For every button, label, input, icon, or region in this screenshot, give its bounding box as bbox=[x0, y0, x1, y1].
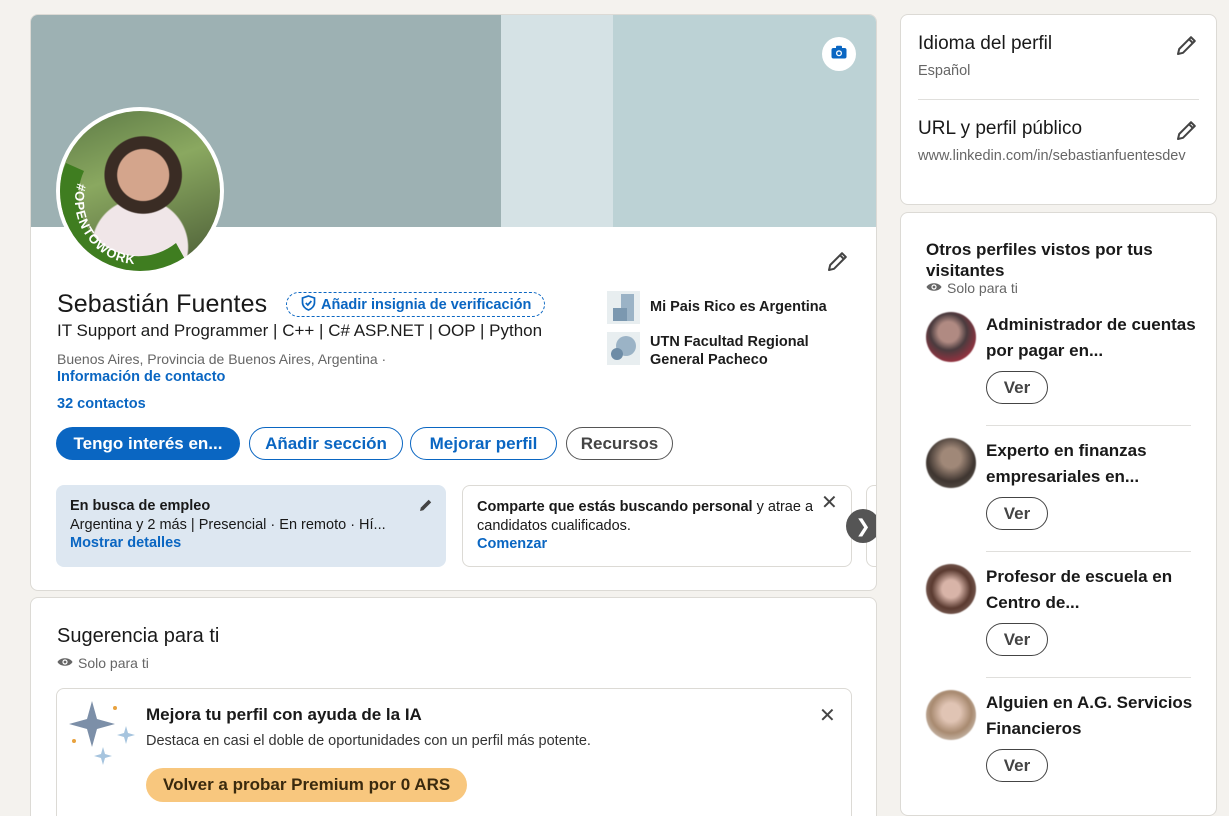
divider bbox=[986, 677, 1191, 678]
divider bbox=[986, 551, 1191, 552]
org-item[interactable]: UTN Facultad Regional General Pacheco bbox=[607, 332, 840, 369]
suggestion-title: Sugerencia para ti bbox=[57, 625, 220, 647]
open-to-work-card[interactable]: En busca de empleo Argentina y 2 más | P… bbox=[56, 485, 446, 567]
view-profile-button[interactable]: Ver bbox=[986, 497, 1048, 530]
ai-suggestion-box: Mejora tu perfil con ayuda de la IA Dest… bbox=[56, 688, 852, 816]
avatar bbox=[926, 564, 976, 614]
open-card-title: En busca de empleo bbox=[70, 498, 211, 514]
close-icon[interactable]: ✕ bbox=[821, 493, 838, 512]
private-indicator: Solo para ti bbox=[57, 655, 149, 671]
org-name: UTN Facultad Regional General Pacheco bbox=[650, 334, 809, 368]
other-profiles-title: Otros perfiles vistos por tus visitantes bbox=[926, 240, 1153, 280]
divider bbox=[918, 99, 1199, 100]
open-card-details: Argentina y 2 más | Presencial · En remo… bbox=[70, 516, 386, 533]
view-profile-button[interactable]: Ver bbox=[986, 749, 1048, 782]
interested-button[interactable]: Tengo interés en... bbox=[56, 427, 240, 460]
carousel-next-button[interactable]: ❯ bbox=[846, 509, 876, 543]
pencil-icon[interactable] bbox=[1175, 33, 1199, 62]
hiring-card-bold: Comparte que estás buscando personal bbox=[477, 499, 753, 515]
profile-settings-card: Idioma del perfil Español URL y perfil p… bbox=[900, 14, 1217, 205]
public-url-title: URL y perfil público bbox=[918, 118, 1083, 139]
person-title: Profesor de escuela en Centro de... bbox=[986, 567, 1173, 612]
contact-info-link[interactable]: Información de contacto bbox=[57, 369, 225, 385]
add-verification-badge-button[interactable]: Añadir insignia de verificación bbox=[286, 292, 546, 317]
pencil-icon[interactable] bbox=[418, 497, 434, 519]
profile-headline: IT Support and Programmer | C++ | C# ASP… bbox=[57, 321, 543, 340]
person-title: Alguien en A.G. Servicios Financieros bbox=[986, 693, 1193, 738]
avatar bbox=[926, 438, 976, 488]
open-to-work-text: #OPENTOWORK bbox=[72, 182, 136, 267]
premium-trial-button[interactable]: Volver a probar Premium por 0 ARS bbox=[146, 768, 468, 802]
org-item[interactable]: Mi Pais Rico es Argentina bbox=[607, 291, 827, 324]
private-indicator: Solo para ti bbox=[926, 280, 1018, 296]
profile-card: #OPENTOWORK Sebastián Fuentes Añadir ins… bbox=[30, 14, 877, 591]
eye-icon bbox=[926, 280, 942, 296]
start-link[interactable]: Comenzar bbox=[477, 535, 837, 554]
org-logo bbox=[607, 332, 640, 365]
profile-language-value: Español bbox=[918, 63, 971, 79]
svg-text:#OPENTOWORK: #OPENTOWORK bbox=[72, 182, 137, 267]
improve-profile-button[interactable]: Mejorar perfil bbox=[410, 427, 557, 460]
ai-title: Mejora tu perfil con ayuda de la IA bbox=[146, 705, 422, 724]
chevron-right-icon: ❯ bbox=[855, 515, 871, 536]
connections-link[interactable]: 32 contactos bbox=[57, 396, 146, 412]
show-details-link[interactable]: Mostrar detalles bbox=[70, 534, 432, 553]
hiring-card[interactable]: Comparte que estás buscando personal y a… bbox=[462, 485, 852, 567]
public-url-value: www.linkedin.com/in/sebastianfuentesdev bbox=[918, 148, 1186, 164]
other-profiles-card: Otros perfiles vistos por tus visitantes… bbox=[900, 212, 1217, 816]
view-profile-button[interactable]: Ver bbox=[986, 623, 1048, 656]
profile-location: Buenos Aires, Provincia de Buenos Aires,… bbox=[57, 351, 387, 367]
org-logo bbox=[607, 291, 640, 324]
verify-label: Añadir insignia de verificación bbox=[321, 296, 532, 313]
sparkle-icon bbox=[69, 701, 139, 776]
private-label: Solo para ti bbox=[947, 280, 1018, 296]
add-section-button[interactable]: Añadir sección bbox=[249, 427, 403, 460]
person-title: Administrador de cuentas por pagar en... bbox=[986, 315, 1196, 360]
avatar: #OPENTOWORK bbox=[60, 111, 220, 271]
camera-icon bbox=[831, 45, 847, 64]
suggestion-card: Sugerencia para ti Solo para ti Mejora t… bbox=[30, 597, 877, 816]
org-name: Mi Pais Rico es Argentina bbox=[650, 299, 827, 315]
private-label: Solo para ti bbox=[78, 655, 149, 671]
edit-intro-button[interactable] bbox=[826, 249, 850, 278]
edit-banner-button[interactable] bbox=[822, 37, 856, 71]
eye-icon bbox=[57, 655, 73, 671]
avatar bbox=[926, 690, 976, 740]
profile-photo[interactable]: #OPENTOWORK bbox=[56, 107, 224, 275]
shield-check-icon bbox=[301, 294, 316, 315]
open-to-work-frame: #OPENTOWORK bbox=[60, 163, 186, 271]
avatar bbox=[926, 312, 976, 362]
ai-description: Destaca en casi el doble de oportunidade… bbox=[146, 733, 591, 749]
close-icon[interactable]: ✕ bbox=[819, 703, 836, 728]
profile-name: Sebastián Fuentes bbox=[57, 290, 268, 318]
pencil-icon bbox=[826, 252, 850, 277]
resources-button[interactable]: Recursos bbox=[566, 427, 673, 460]
person-title: Experto en finanzas empresariales en... bbox=[986, 441, 1147, 486]
divider bbox=[986, 425, 1191, 426]
pencil-icon[interactable] bbox=[1175, 118, 1199, 147]
view-profile-button[interactable]: Ver bbox=[986, 371, 1048, 404]
profile-language-title: Idioma del perfil bbox=[918, 33, 1053, 54]
